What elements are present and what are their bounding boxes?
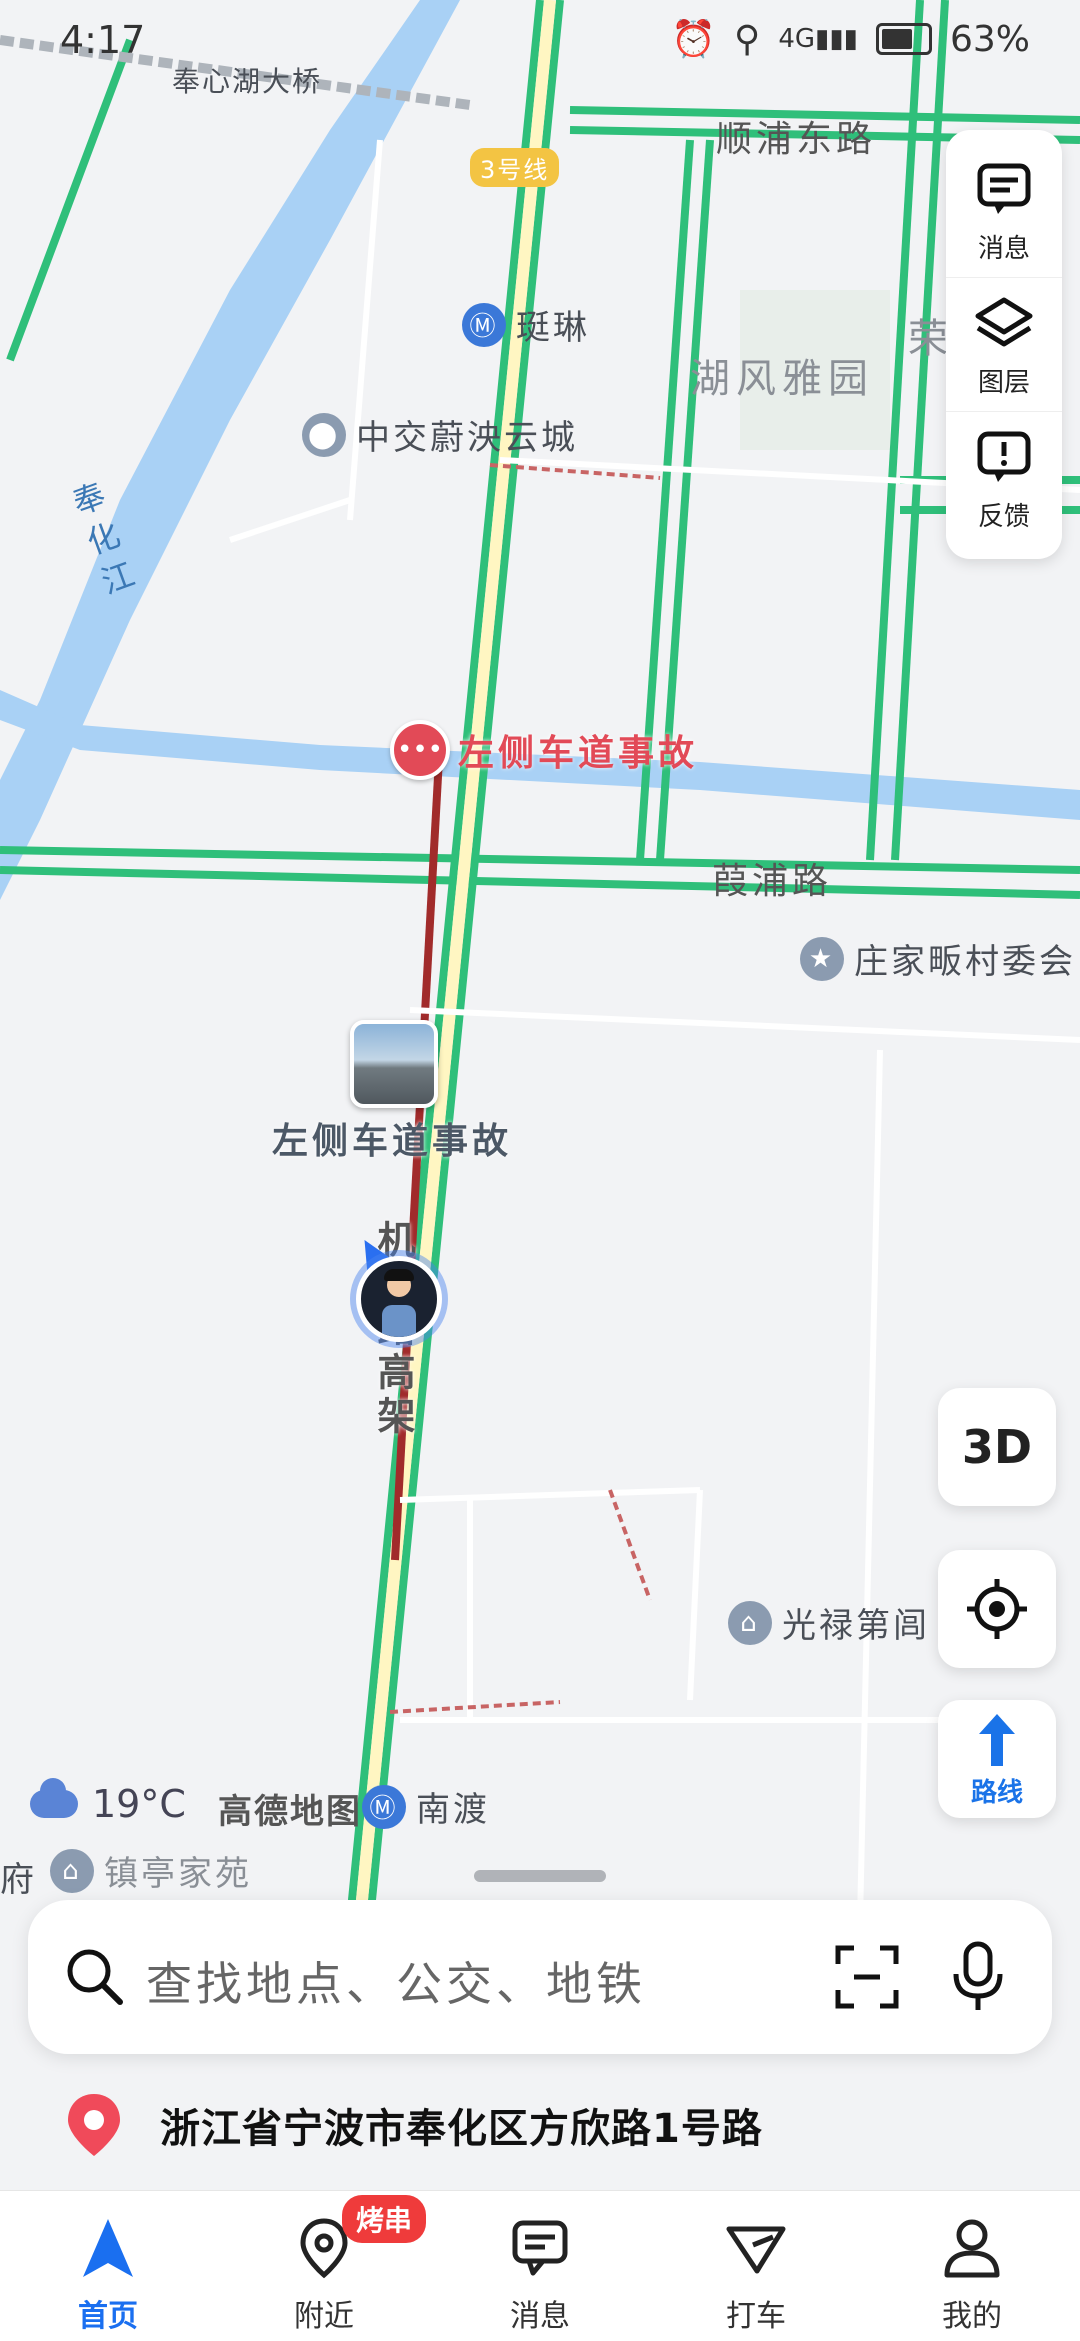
map-label-community-hufeng: 湖风雅园	[690, 356, 874, 402]
user-location-avatar[interactable]	[356, 1256, 442, 1342]
poi-label: 中交蔚泱云城	[356, 418, 578, 458]
avatar-body	[382, 1305, 416, 1337]
tab-label: 我的	[942, 2299, 1002, 2334]
poi-location-icon: ⬤	[302, 412, 346, 457]
building-icon: ⌂	[728, 1600, 772, 1645]
poi-label: 珽琳	[516, 308, 590, 348]
signal-icon: 4G▮▮▮	[778, 24, 858, 54]
promo-badge: 烤串	[342, 2195, 427, 2243]
metro-station-icon: Ⓜ	[362, 1784, 406, 1829]
feedback-icon	[977, 431, 1031, 482]
message-icon	[512, 2220, 568, 2276]
chat-bubble-icon: •••	[390, 720, 450, 780]
poi-label: 光禄第闾	[782, 1606, 930, 1646]
tab-label: 打车	[726, 2299, 786, 2334]
cloud-icon	[30, 1778, 78, 1818]
incident-photo-marker[interactable]	[350, 1020, 438, 1108]
incident-marker[interactable]: ••• 左侧车道事故	[390, 720, 698, 780]
status-time: 4:17	[60, 18, 146, 62]
poi-station-shanlin[interactable]: Ⓜ 珽琳	[462, 300, 590, 349]
layers-icon	[975, 297, 1033, 347]
microphone-icon[interactable]	[948, 1940, 1008, 2014]
map-label-road-shunpu: 顺浦东路	[716, 119, 877, 160]
route-button[interactable]: 路线	[938, 1700, 1056, 1818]
layers-label: 图层	[977, 368, 1030, 398]
incident-label: 左侧车道事故	[458, 733, 699, 774]
current-location-text: 浙江省宁波市奉化区方欣路1号路	[160, 2106, 763, 2152]
tab-nearby[interactable]: 附近 烤串	[216, 2191, 432, 2341]
location-pin-icon	[68, 2094, 120, 2156]
layers-button[interactable]: 图层	[946, 277, 1062, 411]
tab-label: 消息	[510, 2299, 570, 2334]
poi-guanglu[interactable]: ⌂ 光禄第闾	[728, 1598, 930, 1647]
three-d-button[interactable]: 3D	[938, 1388, 1056, 1506]
search-placeholder: 查找地点、公交、地铁	[146, 1957, 646, 2011]
weather-widget[interactable]: 19°C	[30, 1778, 186, 1826]
building-icon: ⌂	[50, 1848, 94, 1893]
avatar-hair	[384, 1269, 414, 1281]
taxi-icon	[726, 2226, 786, 2274]
crosshair-icon	[967, 1579, 1027, 1639]
user-icon	[944, 2219, 1000, 2278]
map-label-metro-line: 3号线	[470, 148, 560, 187]
search-bar[interactable]: 查找地点、公交、地铁	[28, 1900, 1052, 2054]
alarm-icon: ⏰	[671, 19, 716, 60]
tab-label: 首页	[78, 2299, 138, 2334]
poi-zhenting[interactable]: ⌂ 镇亭家苑	[50, 1846, 252, 1895]
locate-button[interactable]	[938, 1550, 1056, 1668]
poi-zhuangjia[interactable]: ★ 庄家畈村委会	[800, 934, 1076, 983]
poi-label: 镇亭家苑	[104, 1854, 252, 1894]
map-side-panel: 消息 图层 反馈	[946, 130, 1062, 559]
tab-home[interactable]: 首页	[0, 2191, 216, 2341]
navigation-arrow-icon	[83, 2219, 133, 2277]
tab-messages[interactable]: 消息	[432, 2191, 648, 2341]
current-location-row[interactable]: 浙江省宁波市奉化区方欣路1号路	[64, 2090, 763, 2160]
scan-icon[interactable]	[832, 1942, 902, 2012]
drawer-handle[interactable]	[474, 1870, 606, 1882]
incident-photo-label: 左侧车道事故	[272, 1121, 513, 1162]
feedback-label: 反馈	[977, 502, 1030, 532]
feedback-button[interactable]: 反馈	[946, 411, 1062, 545]
route-arrow-icon	[979, 1713, 1015, 1766]
message-icon	[977, 163, 1031, 214]
poi-zhongjiao[interactable]: ⬤ 中交蔚泱云城	[302, 410, 578, 459]
messages-label: 消息	[977, 234, 1030, 264]
status-icons: ⏰ ⚲ 4G▮▮▮ 63%	[671, 18, 1030, 61]
location-icon: ⚲	[733, 18, 761, 60]
tab-profile[interactable]: 我的	[864, 2191, 1080, 2341]
tab-label: 附近	[294, 2299, 354, 2334]
weather-temp: 19°C	[92, 1782, 186, 1826]
search-icon	[67, 1949, 123, 2005]
map-label-edge-fu: 府	[0, 1860, 36, 1900]
poi-nandu[interactable]: Ⓜ 南渡	[362, 1782, 490, 1831]
battery-icon	[875, 23, 932, 55]
battery-percent: 63%	[949, 18, 1030, 60]
map-label-road-xiapu: 葭浦路	[712, 861, 833, 902]
star-icon: ★	[800, 936, 844, 981]
poi-label: 庄家畈村委会	[854, 942, 1076, 982]
messages-button[interactable]: 消息	[946, 144, 1062, 277]
bottom-tab-bar: 首页 附近 烤串 消息 打车 我的	[0, 2190, 1080, 2341]
tab-taxi[interactable]: 打车	[648, 2191, 864, 2341]
metro-station-icon: Ⓜ	[462, 302, 506, 347]
poi-label: 南渡	[416, 1790, 490, 1830]
route-label: 路线	[970, 1777, 1023, 1808]
status-bar: 4:17 ⏰ ⚲ 4G▮▮▮ 63%	[0, 0, 1080, 80]
brand-watermark: 高德地图	[218, 1792, 362, 1832]
